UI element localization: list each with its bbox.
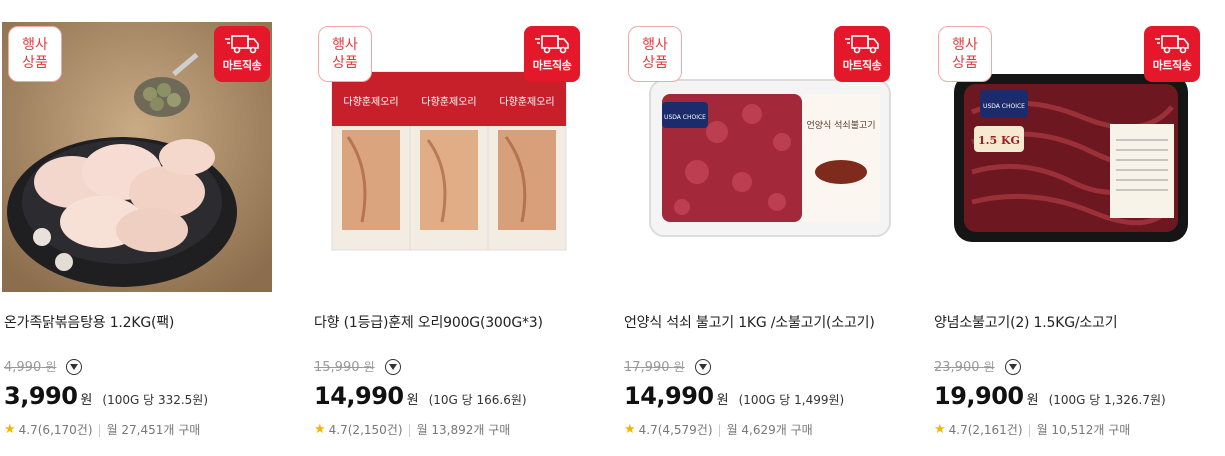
- event-badge-line2: 상품: [332, 55, 358, 71]
- monthly-purchases: 월 10,512개 구매: [1036, 423, 1131, 437]
- mart-badge-label: 마트직송: [842, 59, 882, 72]
- original-price: 4,990 원: [4, 360, 57, 375]
- truck-icon: [535, 35, 569, 54]
- usda-label: USDA CHOICE: [664, 114, 706, 121]
- product-card[interactable]: 1.5 KG USDA CHOICE 행사 상품 마트직송 양념소불고기(2) …: [932, 22, 1202, 452]
- event-product-badge: 행사 상품: [318, 26, 372, 82]
- original-price: 15,990 원: [314, 360, 375, 375]
- price-row: 19,900 원 (100G 당 1,326.7원): [934, 382, 1166, 410]
- truck-icon: [845, 35, 879, 54]
- review-count: (6,170건): [37, 423, 93, 437]
- mart-badge-label: 마트직송: [1152, 59, 1192, 72]
- mart-delivery-badge: 마트직송: [1144, 26, 1200, 82]
- product-title[interactable]: 다향 (1등급)훈제 오리900G(300G*3): [314, 312, 543, 332]
- event-badge-line2: 상품: [952, 55, 978, 71]
- weight-tag: 1.5 KG: [978, 134, 1020, 147]
- product-title[interactable]: 양념소불고기(2) 1.5KG/소고기: [934, 312, 1118, 332]
- chevron-down-icon[interactable]: [694, 358, 711, 375]
- product-image[interactable]: 다향훈제오리 다향훈제오리 다향훈제오리 행사 상품 마트직송: [312, 22, 582, 292]
- original-price-row: 4,990 원: [4, 358, 83, 375]
- product-image[interactable]: 언양식 석쇠불고기 USDA CHOICE 행사 상품 마트직송: [622, 22, 892, 292]
- truck-icon: [1155, 35, 1189, 54]
- event-badge-line1: 행사: [952, 37, 978, 53]
- event-badge-line1: 행사: [22, 37, 48, 53]
- truck-icon: [225, 35, 259, 54]
- divider: |: [407, 422, 412, 437]
- rating-value: 4.7: [638, 422, 658, 437]
- unit-price: (100G 당 332.5원): [102, 393, 209, 407]
- mart-badge-label: 마트직송: [532, 59, 572, 72]
- star-icon: ★: [934, 422, 946, 437]
- price-row: 14,990 원 (100G 당 1,499원): [624, 382, 844, 410]
- original-price: 23,900 원: [934, 360, 995, 375]
- product-title[interactable]: 언양식 석쇠 불고기 1KG /소불고기(소고기): [624, 312, 875, 332]
- rating-row: ★ 4.7 (2,150건) | 월 13,892개 구매: [314, 421, 510, 438]
- currency-label: 원: [80, 393, 93, 408]
- star-icon: ★: [624, 422, 636, 437]
- price-row: 14,990 원 (10G 당 166.6원): [314, 382, 527, 410]
- product-image[interactable]: 1.5 KG USDA CHOICE 행사 상품 마트직송: [932, 22, 1202, 292]
- review-count: (4,579건): [657, 423, 713, 437]
- monthly-purchases: 월 27,451개 구매: [106, 423, 201, 437]
- rating-value: 4.7: [328, 422, 348, 437]
- currency-label: 원: [716, 393, 729, 408]
- chevron-down-icon[interactable]: [384, 358, 401, 375]
- event-badge-line2: 상품: [642, 55, 668, 71]
- review-count: (2,150건): [347, 423, 403, 437]
- review-count: (2,161건): [967, 423, 1023, 437]
- divider: |: [1027, 422, 1032, 437]
- sale-price: 19,900: [934, 382, 1024, 410]
- original-price-row: 15,990 원: [314, 358, 401, 375]
- product-card[interactable]: 다향훈제오리 다향훈제오리 다향훈제오리 행사 상품 마트직송 다향 (1등급)…: [312, 22, 582, 452]
- original-price: 17,990 원: [624, 360, 685, 375]
- pack-label: 다향훈제오리: [499, 95, 554, 108]
- event-badge-line1: 행사: [642, 37, 668, 53]
- star-icon: ★: [314, 422, 326, 437]
- mart-delivery-badge: 마트직송: [214, 26, 270, 82]
- rating-row: ★ 4.7 (4,579건) | 월 4,629개 구매: [624, 421, 813, 438]
- price-row: 3,990 원 (100G 당 332.5원): [4, 382, 208, 410]
- monthly-purchases: 월 4,629개 구매: [726, 423, 813, 437]
- sale-price: 3,990: [4, 382, 78, 410]
- unit-price: (100G 당 1,499원): [738, 393, 845, 407]
- divider: |: [97, 422, 102, 437]
- sale-price: 14,990: [314, 382, 404, 410]
- mart-delivery-badge: 마트직송: [834, 26, 890, 82]
- event-product-badge: 행사 상품: [8, 26, 62, 82]
- chevron-down-icon[interactable]: [66, 358, 83, 375]
- mart-delivery-badge: 마트직송: [524, 26, 580, 82]
- product-card[interactable]: 언양식 석쇠불고기 USDA CHOICE 행사 상품 마트직송 언양식 석쇠 …: [622, 22, 892, 452]
- rating-row: ★ 4.7 (2,161건) | 월 10,512개 구매: [934, 421, 1130, 438]
- product-grid: 행사 상품 마트직송 온가족닭볶음탕용 1.2KG(팩) 4,990 원 3,9…: [0, 0, 1225, 456]
- rating-value: 4.7: [18, 422, 38, 437]
- event-product-badge: 행사 상품: [628, 26, 682, 82]
- original-price-row: 23,900 원: [934, 358, 1021, 375]
- pack-label: 다향훈제오리: [343, 95, 398, 108]
- unit-price: (10G 당 166.6원): [428, 393, 527, 407]
- event-product-badge: 행사 상품: [938, 26, 992, 82]
- unit-price: (100G 당 1,326.7원): [1048, 393, 1166, 407]
- star-icon: ★: [4, 422, 16, 437]
- divider: |: [717, 422, 722, 437]
- usda-label: USDA CHOICE: [983, 103, 1025, 110]
- product-title[interactable]: 온가족닭볶음탕용 1.2KG(팩): [4, 312, 174, 332]
- event-badge-line2: 상품: [22, 55, 48, 71]
- rating-value: 4.7: [948, 422, 968, 437]
- product-image[interactable]: 행사 상품 마트직송: [2, 22, 272, 292]
- event-badge-line1: 행사: [332, 37, 358, 53]
- pack-label: 언양식 석쇠불고기: [806, 119, 875, 131]
- sale-price: 14,990: [624, 382, 714, 410]
- rating-row: ★ 4.7 (6,170건) | 월 27,451개 구매: [4, 421, 200, 438]
- chevron-down-icon[interactable]: [1004, 358, 1021, 375]
- mart-badge-label: 마트직송: [222, 59, 262, 72]
- currency-label: 원: [406, 393, 419, 408]
- currency-label: 원: [1026, 393, 1039, 408]
- monthly-purchases: 월 13,892개 구매: [416, 423, 511, 437]
- product-card[interactable]: 행사 상품 마트직송 온가족닭볶음탕용 1.2KG(팩) 4,990 원 3,9…: [2, 22, 272, 452]
- original-price-row: 17,990 원: [624, 358, 711, 375]
- pack-label: 다향훈제오리: [421, 95, 476, 108]
